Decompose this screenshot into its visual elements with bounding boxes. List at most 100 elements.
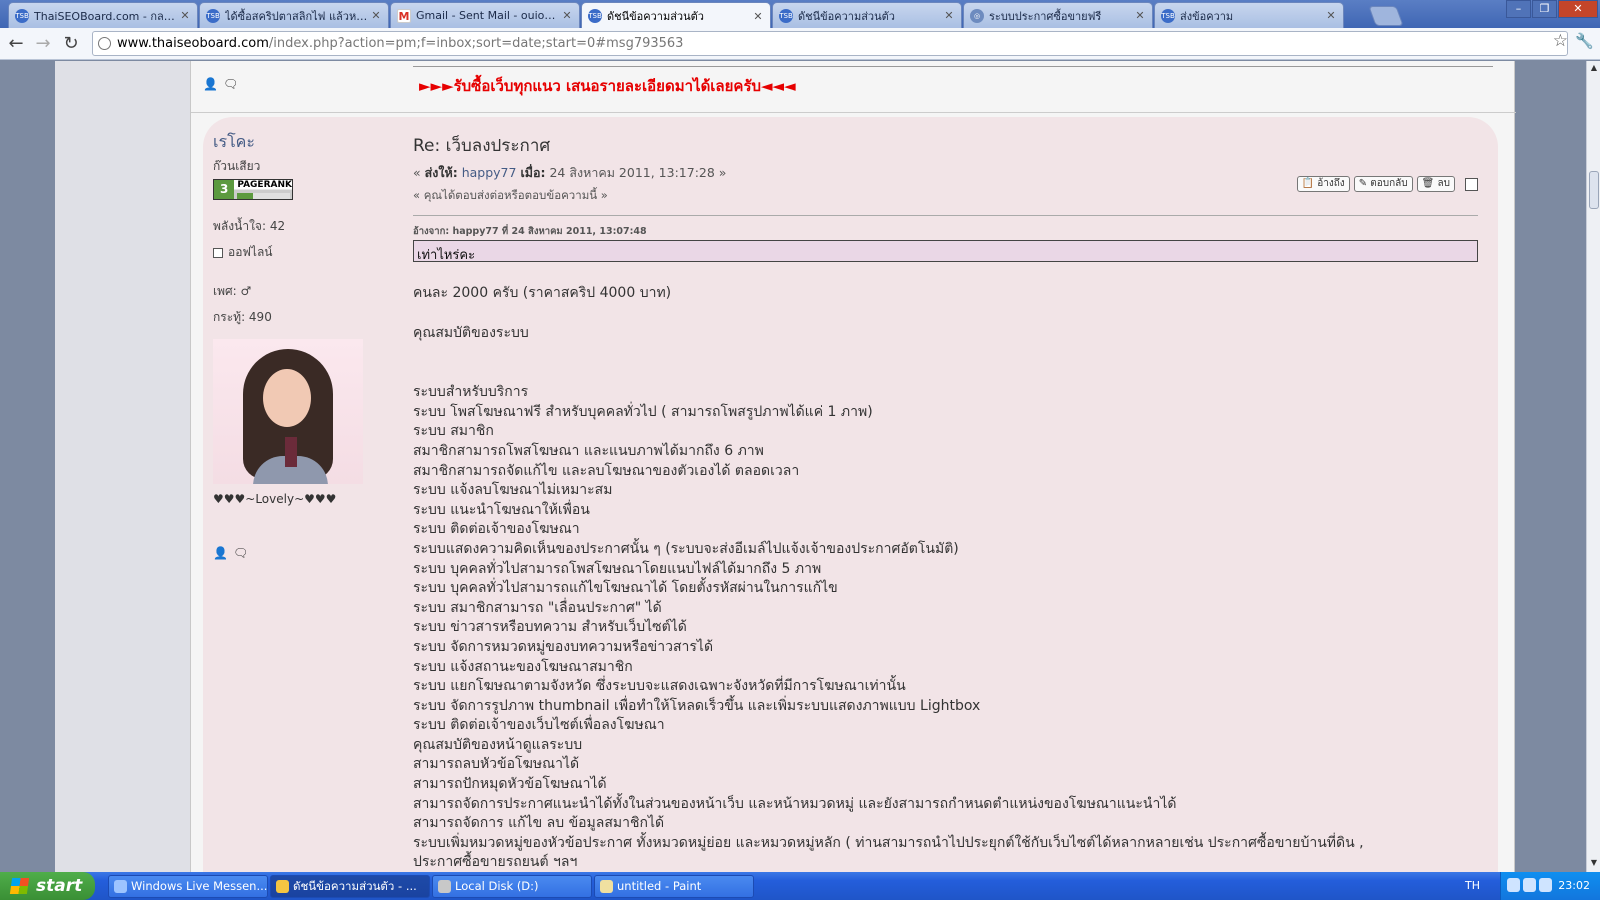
drive-icon bbox=[438, 880, 451, 893]
avatar bbox=[213, 339, 363, 484]
scroll-up-icon[interactable]: ▲ bbox=[1588, 63, 1600, 75]
forward-icon[interactable]: → bbox=[32, 33, 54, 55]
browser-tab[interactable]: TSB ThaiSEOBoard.com - กลยุทธ S ✕ bbox=[8, 2, 198, 28]
close-icon[interactable]: ✕ bbox=[1325, 9, 1337, 22]
close-icon[interactable]: ✕ bbox=[1134, 9, 1146, 22]
tsb-icon: TSB bbox=[588, 9, 602, 23]
windows-logo-icon bbox=[9, 878, 30, 894]
author-name[interactable]: เรโคะ bbox=[213, 130, 403, 155]
new-tab-button[interactable] bbox=[1368, 6, 1404, 26]
body-line: ระบบ บุคคลทั่วไปสามารถแก้ไขโฆษณาได้ โดยต… bbox=[413, 580, 838, 597]
chrome-icon bbox=[276, 880, 289, 893]
pm-post: เรโคะ ก๊วนเสียว 3 PAGERANK พลังน้ำใจ: 42… bbox=[203, 117, 1498, 872]
select-checkbox[interactable] bbox=[1465, 177, 1478, 191]
close-icon[interactable]: ✕ bbox=[752, 10, 764, 23]
profile-icons: 👤 🗨 bbox=[203, 77, 238, 91]
vertical-scrollbar[interactable]: ▲ ▼ bbox=[1586, 61, 1600, 872]
start-label: start bbox=[36, 876, 83, 896]
bookmark-star-icon[interactable]: ☆ bbox=[1553, 31, 1568, 51]
message-icon[interactable]: 🗨 bbox=[223, 77, 238, 91]
start-button[interactable]: start bbox=[0, 872, 95, 900]
minimize-button[interactable]: – bbox=[1506, 0, 1531, 18]
author-icons: 👤 🗨 bbox=[213, 546, 403, 560]
clock: 23:02 bbox=[1558, 879, 1590, 892]
quote-button[interactable]: 📋 อ้างถึง bbox=[1296, 176, 1350, 192]
volume-icon[interactable] bbox=[1523, 878, 1536, 892]
tsb-icon: TSB bbox=[1161, 8, 1175, 23]
message-panel: Re: เว็บลงประกาศ « ส่งให้: happy77 เมื่อ… bbox=[413, 132, 1478, 872]
url-host: www.thaiseoboard.com bbox=[117, 36, 269, 51]
avatar-tie bbox=[285, 437, 297, 467]
globe-icon bbox=[98, 37, 111, 50]
url-path: /index.php?action=pm;f=inbox;sort=date;s… bbox=[268, 36, 684, 51]
system-tray: TH 23:02 bbox=[1465, 872, 1600, 900]
maximize-button[interactable]: ❐ bbox=[1532, 0, 1557, 18]
author-title: ก๊วนเสียว bbox=[213, 159, 261, 173]
price-line: คนละ 2000 ครับ (ราคาสคริป 4000 บาท) bbox=[413, 285, 672, 301]
pagerank-label: PAGERANK bbox=[237, 180, 292, 190]
online-status-row: ออฟไลน์ bbox=[213, 243, 403, 262]
reply-button[interactable]: ✎ ตอบกลับ bbox=[1353, 176, 1413, 192]
body-line: สามารถจัดการ แก้ไข ลบ ข้อมูลสมาชิกได้ bbox=[413, 815, 665, 832]
profile-icon[interactable]: 👤 bbox=[203, 77, 218, 91]
scroll-down-icon[interactable]: ▼ bbox=[1588, 858, 1600, 870]
taskbar-item-label: untitled - Paint bbox=[617, 879, 702, 893]
scroll-thumb[interactable] bbox=[1589, 171, 1599, 209]
body-line: ระบบ แยกโฆษณาตามจังหวัด ซึ่งระบบจะแสดงเฉ… bbox=[413, 678, 906, 695]
messenger-icon bbox=[114, 880, 127, 893]
delete-button[interactable]: 🗑 ลบ bbox=[1416, 176, 1455, 192]
offline-status-icon bbox=[213, 247, 223, 258]
body-line: สามารถลบหัวข้อโฆษณาได้ bbox=[413, 756, 580, 773]
browser-tab[interactable]: TSB ดัชนีข้อความส่วนตัว ✕ bbox=[772, 2, 962, 28]
taskbar-item[interactable]: Windows Live Messen... bbox=[108, 875, 268, 898]
close-window-button[interactable]: ✕ bbox=[1558, 0, 1598, 18]
message-icon[interactable]: 🗨 bbox=[233, 546, 248, 560]
quote-label: อ้างถึง bbox=[1317, 178, 1345, 189]
reload-icon[interactable]: ↻ bbox=[60, 33, 82, 55]
pagerank-value: 3 bbox=[214, 180, 235, 199]
profile-icon[interactable]: 👤 bbox=[213, 546, 228, 560]
taskbar-item[interactable]: Local Disk (D:) bbox=[432, 875, 592, 898]
browser-tab-active[interactable]: TSB ดัชนีข้อความส่วนตัว ✕ bbox=[581, 2, 771, 29]
pagerank-label-box: PAGERANK bbox=[234, 180, 292, 199]
back-icon[interactable]: ← bbox=[5, 33, 27, 55]
browser-tab[interactable]: TSB ได้ซื้อสคริปตาสลิกไฟ แล้วหตลอ ✕ bbox=[199, 2, 389, 28]
tab-strip: TSB ThaiSEOBoard.com - กลยุทธ S ✕ TSB ได… bbox=[0, 0, 1600, 29]
browser-tab[interactable]: ◎ ระบบประกาศซื้อขายฟรี ✕ bbox=[963, 2, 1153, 28]
tray-icons bbox=[1507, 878, 1552, 892]
network-icon[interactable] bbox=[1507, 878, 1520, 892]
online-status: ออฟไลน์ bbox=[228, 245, 273, 259]
address-bar[interactable]: www.thaiseoboard.com/index.php?action=pm… bbox=[92, 31, 1568, 56]
tab-title: ได้ซื้อสคริปตาสลิกไฟ แล้วหตลอ bbox=[225, 9, 370, 23]
previous-post-footer: ►►►รับซื้อเว็บทุกแนว เสนอรายละเอียดมาได้… bbox=[191, 61, 1516, 113]
close-icon[interactable]: ✕ bbox=[561, 9, 573, 22]
author-signature: ♥♥♥~Lovely~♥♥♥ bbox=[213, 492, 337, 506]
body-line: ระบบ สมาชิก bbox=[413, 423, 494, 440]
body-line: ระบบ โพสโฆษณาฟรี สำหรับบุคคลทั่วไป ( สาม… bbox=[413, 403, 873, 420]
browser-toolbar: ← → ↻ www.thaiseoboard.com/index.php?act… bbox=[0, 28, 1600, 60]
taskbar-item[interactable]: untitled - Paint bbox=[594, 875, 754, 898]
author-panel: เรโคะ ก๊วนเสียว 3 PAGERANK พลังน้ำใจ: 42… bbox=[213, 130, 403, 560]
messenger-tray-icon[interactable] bbox=[1539, 878, 1552, 892]
message-date: 24 สิงหาคม 2011, 13:17:28 » bbox=[549, 165, 727, 180]
page-viewport: ►►►รับซื้อเว็บทุกแนว เสนอรายละเอียดมาได้… bbox=[0, 61, 1586, 872]
close-icon[interactable]: ✕ bbox=[370, 9, 382, 22]
pagerank-bar bbox=[237, 193, 290, 199]
delete-label: ลบ bbox=[1437, 178, 1450, 189]
language-indicator[interactable]: TH bbox=[1465, 879, 1480, 892]
body-line: ประกาศซื้อขายรถยนต์ ฯลฯ bbox=[413, 854, 578, 871]
body-line: ระบบ ติดต่อเจ้าของเว็บไซต์เพื่อลงโฆษณา bbox=[413, 717, 665, 734]
message-body: คนละ 2000 ครับ (ราคาสคริป 4000 บาท) คุณส… bbox=[413, 284, 1478, 872]
reply-label: ตอบกลับ bbox=[1370, 178, 1408, 189]
meta-prefix: « bbox=[413, 165, 421, 180]
close-icon[interactable]: ✕ bbox=[179, 9, 191, 22]
browser-tab[interactable]: TSB ส่งข้อความ ✕ bbox=[1154, 2, 1344, 28]
wrench-icon[interactable]: 🔧 bbox=[1575, 32, 1594, 50]
taskbar-item-active[interactable]: ดัชนีข้อความส่วนตัว - ... bbox=[270, 875, 430, 898]
body-line: ระบบ จัดการหมวดหมู่ของบทความหรือข่าวสารไ… bbox=[413, 638, 714, 655]
body-line: สามารถปักหมุดหัวข้อโฆษณาได้ bbox=[413, 776, 607, 793]
browser-tab[interactable]: M Gmail - Sent Mail - ouioum11@ ✕ bbox=[390, 2, 580, 28]
recipient-link[interactable]: happy77 bbox=[462, 165, 517, 180]
close-icon[interactable]: ✕ bbox=[943, 9, 955, 22]
